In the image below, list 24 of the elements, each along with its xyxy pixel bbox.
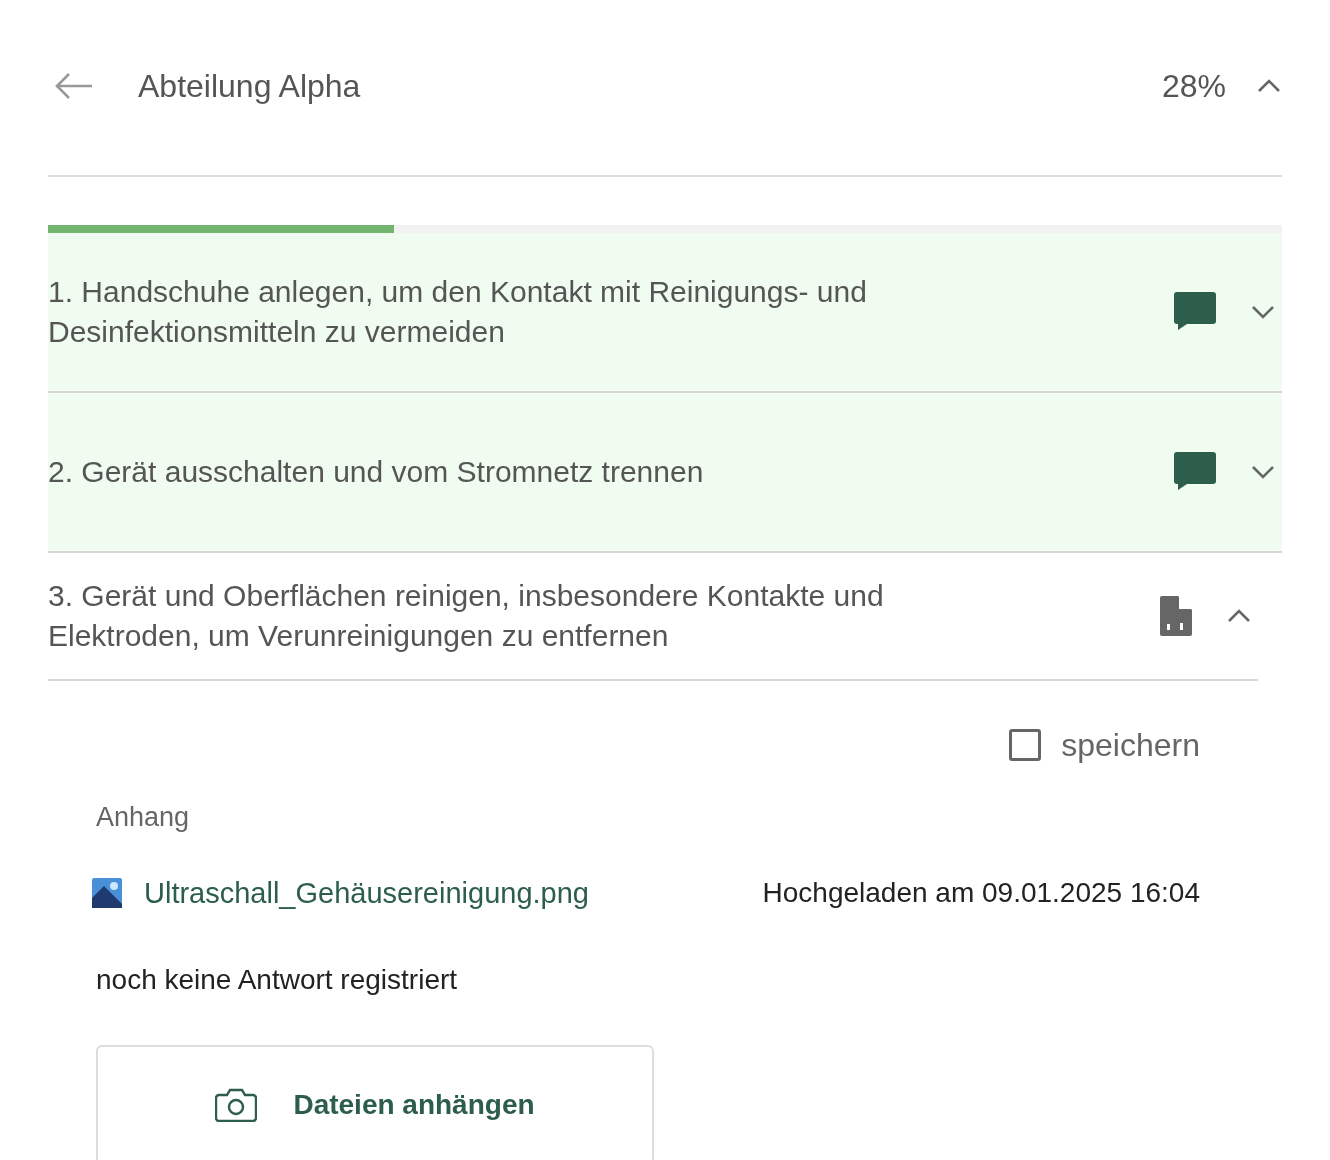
page-title: Abteilung Alpha xyxy=(138,66,362,106)
step-title: 2. Gerät ausschalten und vom Stromnetz trennen xyxy=(48,454,705,490)
step-title: 1. Handschuhe anlegen, um den Kontakt mit Reinigungs- und Desinfektionsmitteln zu vermeiden xyxy=(48,274,868,350)
save-checkbox[interactable] xyxy=(1009,729,1042,761)
upload-date: Hochgeladen am 09.01.2025 16:04 xyxy=(762,876,1200,911)
chevron-up-icon[interactable] xyxy=(1226,608,1252,624)
comment-icon[interactable] xyxy=(1174,452,1216,492)
back-arrow-icon[interactable] xyxy=(54,71,94,100)
chevron-up-icon[interactable] xyxy=(1256,77,1282,94)
attachment-label: Anhang xyxy=(96,801,191,834)
image-file-icon xyxy=(92,878,122,909)
answer-status: noch keine Antwort registriert xyxy=(96,963,459,997)
file-icon[interactable] xyxy=(1160,596,1192,636)
chevron-down-icon[interactable] xyxy=(1250,304,1276,320)
save-label: speichern xyxy=(1061,726,1200,765)
camera-icon xyxy=(215,1088,258,1122)
progress-percent: 28% xyxy=(1161,66,1226,106)
attach-files-button[interactable]: Dateien anhängen xyxy=(96,1045,654,1160)
step-row[interactable]: 1. Handschuhe anlegen, um den Kontakt mit Reinigungs- und Desinfektionsmitteln zu vermeiden xyxy=(48,233,1282,393)
step-row[interactable]: 2. Gerät ausschalten und vom Stromnetz trennen xyxy=(48,393,1282,553)
file-link[interactable]: Ultraschall_Gehäusereinigung.png xyxy=(144,871,589,915)
comment-icon[interactable] xyxy=(1174,292,1216,332)
step-title: 3. Gerät und Oberflächen reinigen, insbesondere Kontakte und Elektroden, um Verunreinigungen zu entfernen xyxy=(48,578,885,654)
chevron-down-icon[interactable] xyxy=(1250,464,1276,480)
